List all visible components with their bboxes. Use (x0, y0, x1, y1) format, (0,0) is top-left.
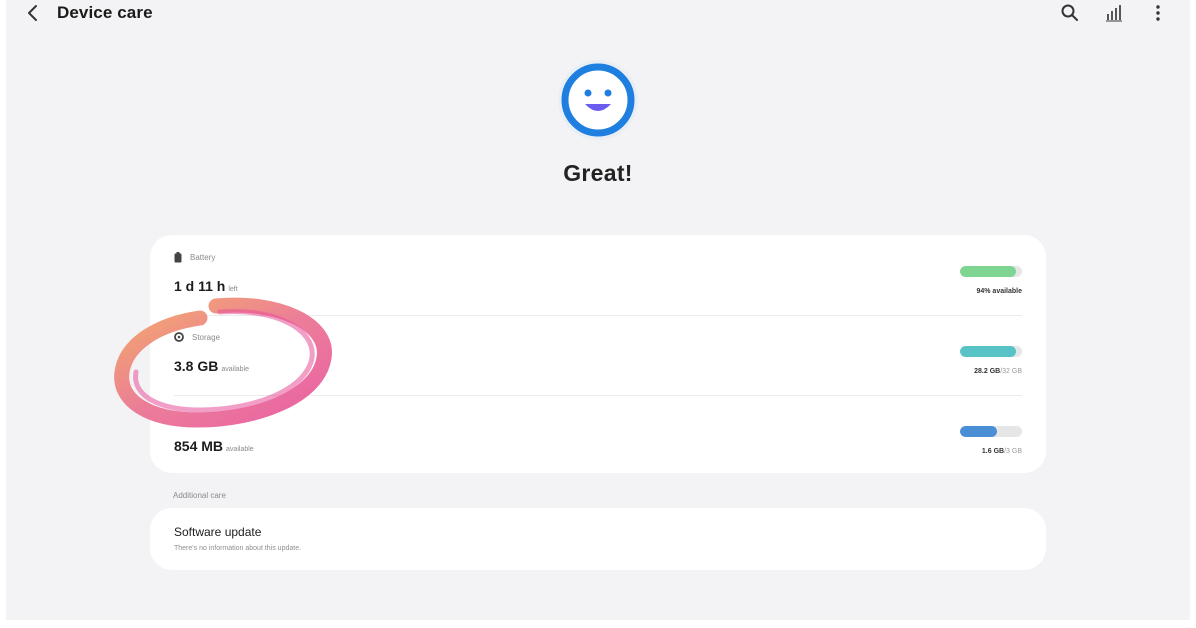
battery-value-text: 1 d 11 h left (174, 278, 238, 294)
app-bar: Device care (0, 0, 1196, 28)
battery-icon (174, 252, 182, 263)
status-icon-container (558, 60, 638, 140)
battery-label: Battery (190, 253, 216, 262)
stats-icon (1106, 5, 1122, 22)
battery-row[interactable]: Battery 1 d 11 h left 94% available (150, 235, 1046, 315)
storage-value-text: 3.8 GB available (174, 358, 249, 374)
software-update-title: Software update (174, 525, 262, 539)
software-update-item[interactable]: Software update There's no information a… (150, 508, 1046, 570)
storage-row[interactable]: Storage 3.8 GB available 28.2 GB/32 GB (150, 315, 1046, 395)
back-button[interactable] (22, 1, 44, 25)
search-icon (1061, 4, 1078, 21)
memory-value-text: 854 MB available (174, 438, 254, 454)
storage-used: 28.2 GB (974, 368, 1001, 375)
storage-bar-fill (960, 346, 1016, 357)
additional-care-header: Additional care (173, 491, 226, 500)
stats-button[interactable] (1102, 1, 1126, 25)
device-status: Great! (0, 60, 1196, 187)
software-update-subtitle: There's no information about this update… (174, 545, 302, 552)
memory-bar (960, 426, 1022, 437)
storage-bar (960, 346, 1022, 357)
status-text: Great! (563, 160, 633, 186)
battery-bar (960, 266, 1022, 277)
storage-meta: 28.2 GB/32 GB (974, 368, 1022, 375)
storage-icon (174, 332, 184, 342)
storage-value: 3.8 GB (174, 358, 219, 374)
device-stats-card: Battery 1 d 11 h left 94% available Stora… (150, 235, 1046, 473)
storage-label-group: Storage (174, 332, 220, 342)
battery-available: 94% available (976, 288, 1022, 295)
storage-suffix: available (221, 366, 249, 373)
memory-used: 1.6 GB (981, 448, 1005, 455)
battery-bar-fill (960, 266, 1016, 277)
storage-total: /32 GB (1000, 368, 1022, 375)
more-vert-icon (1156, 5, 1160, 21)
search-button[interactable] (1058, 1, 1082, 25)
memory-row[interactable]: 854 MB available 1.6 GB/3 GB (150, 395, 1046, 473)
memory-suffix: available (226, 446, 254, 453)
app-title: Device care (57, 3, 153, 22)
app-bar-actions (1058, 1, 1170, 25)
memory-bar-fill (960, 426, 998, 437)
battery-meta: 94% available (976, 288, 1022, 295)
screen: Device care Great! Battery 1 d 11 h left… (0, 0, 1196, 628)
battery-suffix: left (228, 286, 238, 293)
battery-label-group: Battery (174, 252, 215, 263)
memory-value: 854 MB (174, 438, 224, 454)
memory-total: /3 GB (1004, 448, 1022, 455)
memory-meta: 1.6 GB/3 GB (982, 448, 1022, 455)
battery-value: 1 d 11 h (174, 278, 226, 294)
chevron-left-icon (28, 5, 37, 21)
storage-label: Storage (192, 332, 221, 342)
smiley-face-icon (561, 63, 635, 137)
screen-edge-bottom (0, 620, 1196, 628)
more-options-button[interactable] (1146, 1, 1170, 25)
